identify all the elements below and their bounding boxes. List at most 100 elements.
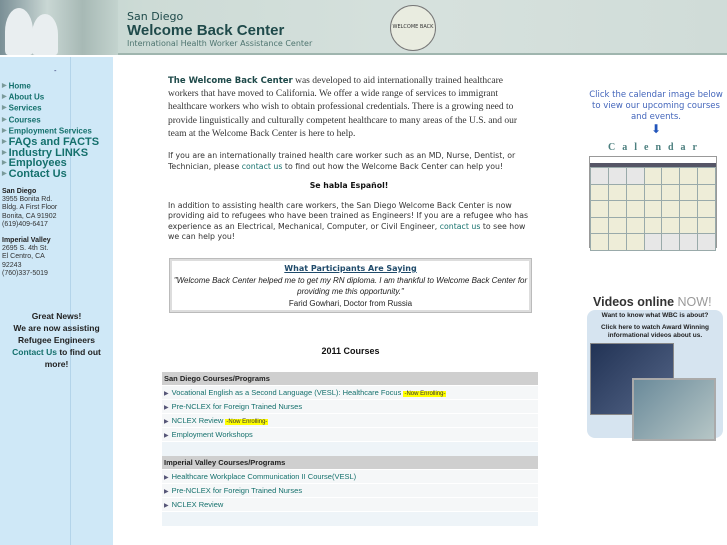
calendar-cell [608, 184, 626, 200]
program-row[interactable]: ▶ NCLEX Review -Now Enrolling- [162, 413, 538, 427]
news-line: Great News! [31, 311, 82, 321]
arrow-right-icon: ▶ [164, 502, 169, 509]
calendar-cell [698, 234, 715, 250]
imperial-valley-programs: Imperial Valley Courses/Programs ▶ Health… [162, 456, 538, 526]
videos-title: Videos online NOW! [593, 295, 712, 309]
program-link[interactable]: NCLEX Review [172, 416, 224, 425]
calendar-cell [698, 201, 715, 217]
calendar-cell [662, 234, 680, 250]
program-row[interactable]: ▶ Employment Workshops [162, 427, 538, 441]
arrow-right-icon: ▶ [164, 474, 169, 481]
program-link[interactable]: Pre-NCLEX for Foreign Trained Nurses [172, 402, 302, 411]
assistance-center-seal: WELCOME BACK [390, 5, 436, 51]
arrow-right-icon: ▶ [164, 390, 169, 397]
nav-label: Employment Services [8, 126, 92, 136]
program-link[interactable]: Healthcare Workplace Communication II Co… [172, 472, 357, 481]
programs-header: San Diego Courses/Programs [162, 372, 538, 385]
testimonial-quote: "Welcome Back Center helped me to get my… [173, 275, 528, 297]
logo-line-2: Welcome Back Center [127, 22, 285, 39]
contact-us-link[interactable]: Contact Us [12, 347, 57, 357]
calendar-cell [644, 168, 662, 184]
program-row[interactable]: ▶ Pre-NCLEX for Foreign Trained Nurses [162, 483, 538, 497]
calendar-instructions: Click the calendar image below to view o… [589, 90, 723, 122]
testimonial-author: Farid Gowhari, Doctor from Russia [288, 298, 413, 308]
program-link[interactable]: NCLEX Review [172, 500, 224, 509]
arrow-right-icon: ▶ [2, 138, 7, 145]
calendar-cell [591, 201, 608, 217]
calendar-cell [680, 184, 698, 200]
espanol-note: Se habla Español! [309, 181, 389, 191]
address-line: El Centro, CA [2, 253, 45, 261]
health-worker-paragraph: If you are an internationally trained he… [168, 151, 530, 172]
calendar-cell [608, 201, 626, 217]
news-line: Refugee Engineers [18, 335, 95, 345]
site-logo[interactable]: San Diego Welcome Back Center Internatio… [127, 11, 312, 49]
main-content: The Welcome Back Center was developed to… [168, 75, 530, 243]
calendar-cell [662, 217, 680, 233]
address-title: San Diego [2, 188, 37, 195]
nav-label: Home [8, 81, 31, 91]
logo-tagline: International Health Worker Assistance C… [127, 39, 313, 48]
videos-now: NOW! [677, 295, 712, 309]
calendar-cell [626, 168, 644, 184]
sidebar-marker: - [54, 67, 57, 75]
calendar-cell [591, 234, 608, 250]
nav-item-home[interactable]: ▶ Home [2, 81, 99, 92]
calendar-cell [626, 234, 644, 250]
nav-label: About Us [8, 92, 45, 102]
san-diego-programs: San Diego Courses/Programs ▶ Vocational E… [162, 372, 538, 456]
nav-label: Services [8, 103, 42, 113]
videos-question: Want to know what WBC is about? [601, 312, 709, 319]
empty-row [162, 511, 538, 526]
testimonials-link[interactable]: What Participants Are Saying [284, 264, 416, 273]
arrow-right-icon: ▶ [2, 149, 7, 156]
program-row[interactable]: ▶ NCLEX Review [162, 497, 538, 511]
calendar-cell [662, 168, 680, 184]
contact-us-link[interactable]: contact us [242, 162, 283, 171]
calendar-cell [680, 168, 698, 184]
calendar-image-link[interactable] [589, 156, 717, 251]
now-enrolling-badge: -Now Enrolling- [403, 390, 447, 397]
text: to find out how the Welcome Back Center … [282, 161, 504, 171]
phone: (760)337-5019 [2, 269, 48, 277]
now-enrolling-badge: -Now Enrolling- [225, 418, 269, 425]
program-link[interactable]: Employment Workshops [172, 430, 253, 439]
calendar-cell [680, 234, 698, 250]
arrow-right-icon: ▶ [164, 418, 169, 425]
calendar-cell [680, 201, 698, 217]
imperial-valley-address: Imperial Valley 2695 S. 4th St. El Centr… [2, 237, 51, 278]
program-row[interactable]: ▶ Pre-NCLEX for Foreign Trained Nurses [162, 399, 538, 413]
program-row[interactable]: ▶ Healthcare Workplace Communication II C… [162, 469, 538, 483]
refugee-paragraph: In addition to assisting health care wor… [168, 201, 530, 243]
seal-text: WELCOME BACK [392, 24, 434, 30]
calendar-cell [644, 217, 662, 233]
arrow-right-icon: ▶ [2, 116, 7, 123]
sidebar: - ▶ Home ▶ About Us ▶ Services ▶ Courses ▶ Employ… [0, 57, 113, 545]
nav-item-courses[interactable]: ▶ Courses [2, 115, 99, 126]
nav-item-contact-us[interactable]: ▶ Contact Us [2, 168, 99, 179]
arrow-right-icon: ▶ [2, 94, 7, 101]
address-line: Bonita, CA 91902 [2, 212, 57, 220]
calendar-cell [591, 168, 608, 184]
contact-us-link[interactable]: contact us [440, 222, 481, 231]
arrow-down-icon: ⬇ [650, 122, 662, 136]
program-row[interactable]: ▶ Vocational English as a Second Language… [162, 385, 538, 399]
calendar-cell [591, 184, 608, 200]
videos-box: Want to know what WBC is about? Click he… [587, 310, 723, 441]
news-line: more! [44, 359, 69, 369]
calendar-cell [644, 184, 662, 200]
arrow-right-icon: ▶ [2, 170, 7, 177]
refugee-news: Great News! We are now assisting Refugee… [0, 310, 113, 370]
nav-item-services[interactable]: ▶ Services [2, 103, 99, 114]
nav-item-about-us[interactable]: ▶ About Us [2, 92, 99, 103]
videos-title-text: Videos online [593, 295, 675, 309]
courses-title: 2011 Courses [321, 346, 380, 356]
nav-label: Courses [8, 114, 41, 124]
calendar-cell [644, 234, 662, 250]
program-link[interactable]: Pre-NCLEX for Foreign Trained Nurses [172, 486, 302, 495]
videos-promo-link[interactable]: Videos online NOW! Want to know what WBC… [587, 295, 725, 441]
program-link[interactable]: Vocational English as a Second Language … [172, 388, 402, 397]
right-column: Click the calendar image below to view o… [587, 90, 725, 251]
arrow-right-icon: ▶ [2, 127, 7, 134]
calendar-heading: Calendar [608, 142, 704, 153]
